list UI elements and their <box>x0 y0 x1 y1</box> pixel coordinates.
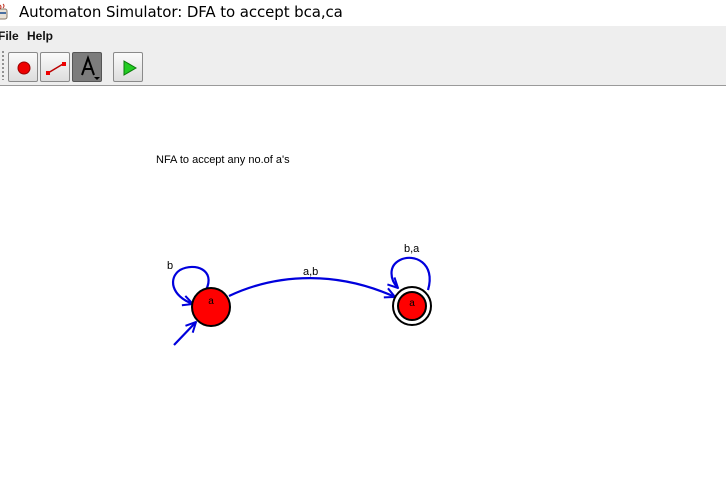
title-bar: Automaton Simulator: DFA to accept bca,c… <box>0 0 726 26</box>
transition-label-ba: b,a <box>404 243 420 255</box>
green-play-icon <box>123 60 137 76</box>
toolbar <box>0 46 726 86</box>
toolbar-grip[interactable] <box>1 50 5 80</box>
window-title: Automaton Simulator: DFA to accept bca,c… <box>19 3 343 21</box>
transition-tool-button[interactable] <box>40 52 70 82</box>
state-q0-label: a <box>208 296 214 307</box>
diagram-note: NFA to accept any no.of a's <box>156 154 290 166</box>
state-q1-label: a <box>409 298 415 309</box>
menu-file[interactable]: File <box>0 29 19 43</box>
text-tool-button[interactable] <box>72 52 102 82</box>
transition-label-ab: a,b <box>303 266 318 278</box>
automaton-diagram: NFA to accept any no.of a's b a,b b,a a … <box>156 154 432 346</box>
state-q0[interactable]: a <box>191 287 231 327</box>
state-q1-final[interactable]: a <box>392 286 432 326</box>
text-a-icon <box>81 54 100 80</box>
java-app-icon <box>0 3 8 20</box>
menu-bar: File Help <box>0 26 726 46</box>
run-tool-button[interactable] <box>113 52 143 82</box>
red-circle-icon <box>17 61 31 75</box>
state-tool-button[interactable] <box>8 52 38 82</box>
menu-help[interactable]: Help <box>27 29 53 43</box>
automaton-canvas[interactable]: NFA to accept any no.of a's b a,b b,a a … <box>0 86 726 482</box>
transition-loop-q1[interactable] <box>392 256 431 291</box>
transition-label-b: b <box>167 260 173 272</box>
transition-edge-q0-q1[interactable] <box>228 277 395 297</box>
initial-state-arrow <box>173 322 196 346</box>
transition-line-icon <box>46 62 66 75</box>
